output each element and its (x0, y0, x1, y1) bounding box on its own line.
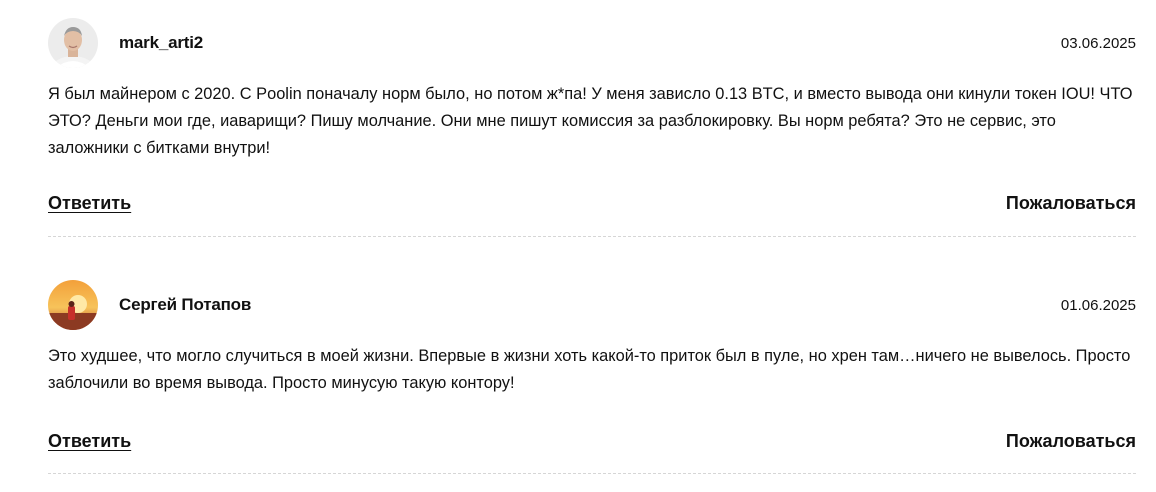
comment-item: mark_arti2 03.06.2025 Я был майнером с 2… (48, 18, 1136, 237)
reply-link[interactable]: Ответить (48, 193, 131, 214)
avatar (48, 18, 98, 68)
comment-text: Я был майнером с 2020. С Poolin поначалу… (48, 85, 1133, 157)
comment-actions: Ответить Пожаловаться (48, 431, 1136, 457)
comment-divider (48, 473, 1136, 474)
user-photo-avatar-icon (48, 18, 98, 68)
comment-author: mark_arti2 (119, 33, 204, 52)
report-link[interactable]: Пожаловаться (1006, 431, 1136, 452)
comment-item: Сергей Потапов 01.06.2025 Это худшее, чт… (48, 280, 1136, 474)
comment-date: 01.06.2025 (1060, 297, 1136, 314)
comment-actions: Ответить Пожаловаться (48, 193, 1136, 219)
report-link[interactable]: Пожаловаться (1006, 193, 1136, 214)
avatar (48, 280, 98, 330)
comment-divider (48, 236, 1136, 237)
comment-author: Сергей Потапов (119, 295, 252, 314)
reply-link[interactable]: Ответить (48, 431, 131, 452)
sunset-photo-avatar-icon (48, 280, 98, 330)
comment-header: mark_arti2 03.06.2025 (48, 18, 1136, 70)
comment-text: Это худшее, что могло случиться в моей ж… (48, 347, 1131, 392)
comment-header: Сергей Потапов 01.06.2025 (48, 280, 1136, 332)
comment-date: 03.06.2025 (1060, 35, 1136, 52)
